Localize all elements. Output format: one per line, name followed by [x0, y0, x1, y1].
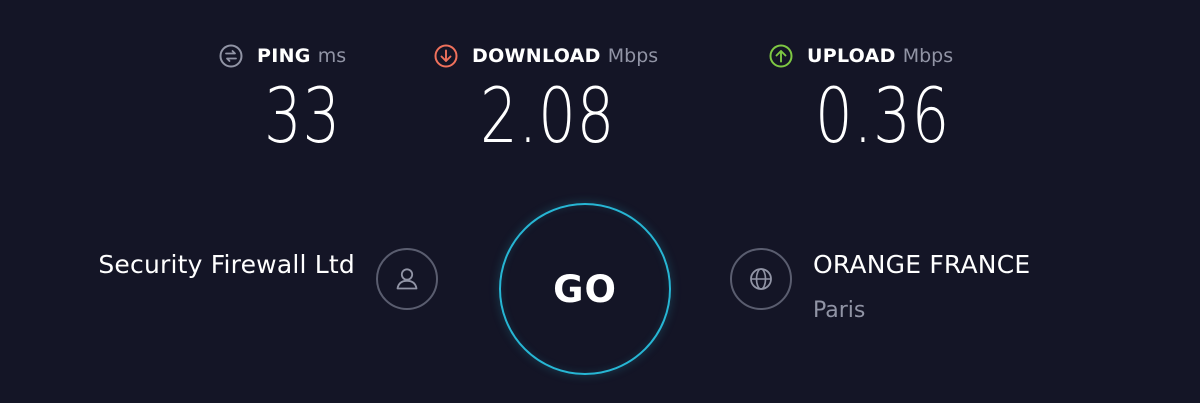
upload-unit: Mbps [902, 45, 954, 67]
download-label: DOWNLOAD [472, 45, 601, 67]
ping-header: PING ms [219, 42, 346, 70]
upload-value: 0.36 [815, 71, 951, 160]
go-button[interactable]: GO [499, 203, 671, 375]
upload-label: UPLOAD [807, 45, 896, 67]
download-arrow-icon [434, 44, 458, 68]
go-label: GO [553, 267, 617, 311]
user-icon[interactable] [376, 248, 438, 310]
ping-value: 33 [264, 71, 342, 160]
ping-icon [219, 44, 243, 68]
upload-header: UPLOAD Mbps [769, 42, 953, 70]
download-metric: DOWNLOAD Mbps 2.08 [434, 42, 658, 154]
server-name[interactable]: ORANGE FRANCE [813, 250, 1030, 279]
download-unit: Mbps [607, 45, 659, 67]
ping-unit: ms [317, 45, 347, 67]
download-value: 2.08 [480, 71, 616, 160]
isp-name: Security Firewall Ltd [98, 250, 355, 279]
upload-arrow-icon [769, 44, 793, 68]
upload-metric: UPLOAD Mbps 0.36 [769, 42, 953, 154]
download-header: DOWNLOAD Mbps [434, 42, 658, 70]
server-city: Paris [813, 298, 866, 323]
ping-metric: PING ms 33 [219, 42, 346, 154]
globe-icon[interactable] [730, 248, 792, 310]
ping-label: PING [257, 45, 311, 67]
